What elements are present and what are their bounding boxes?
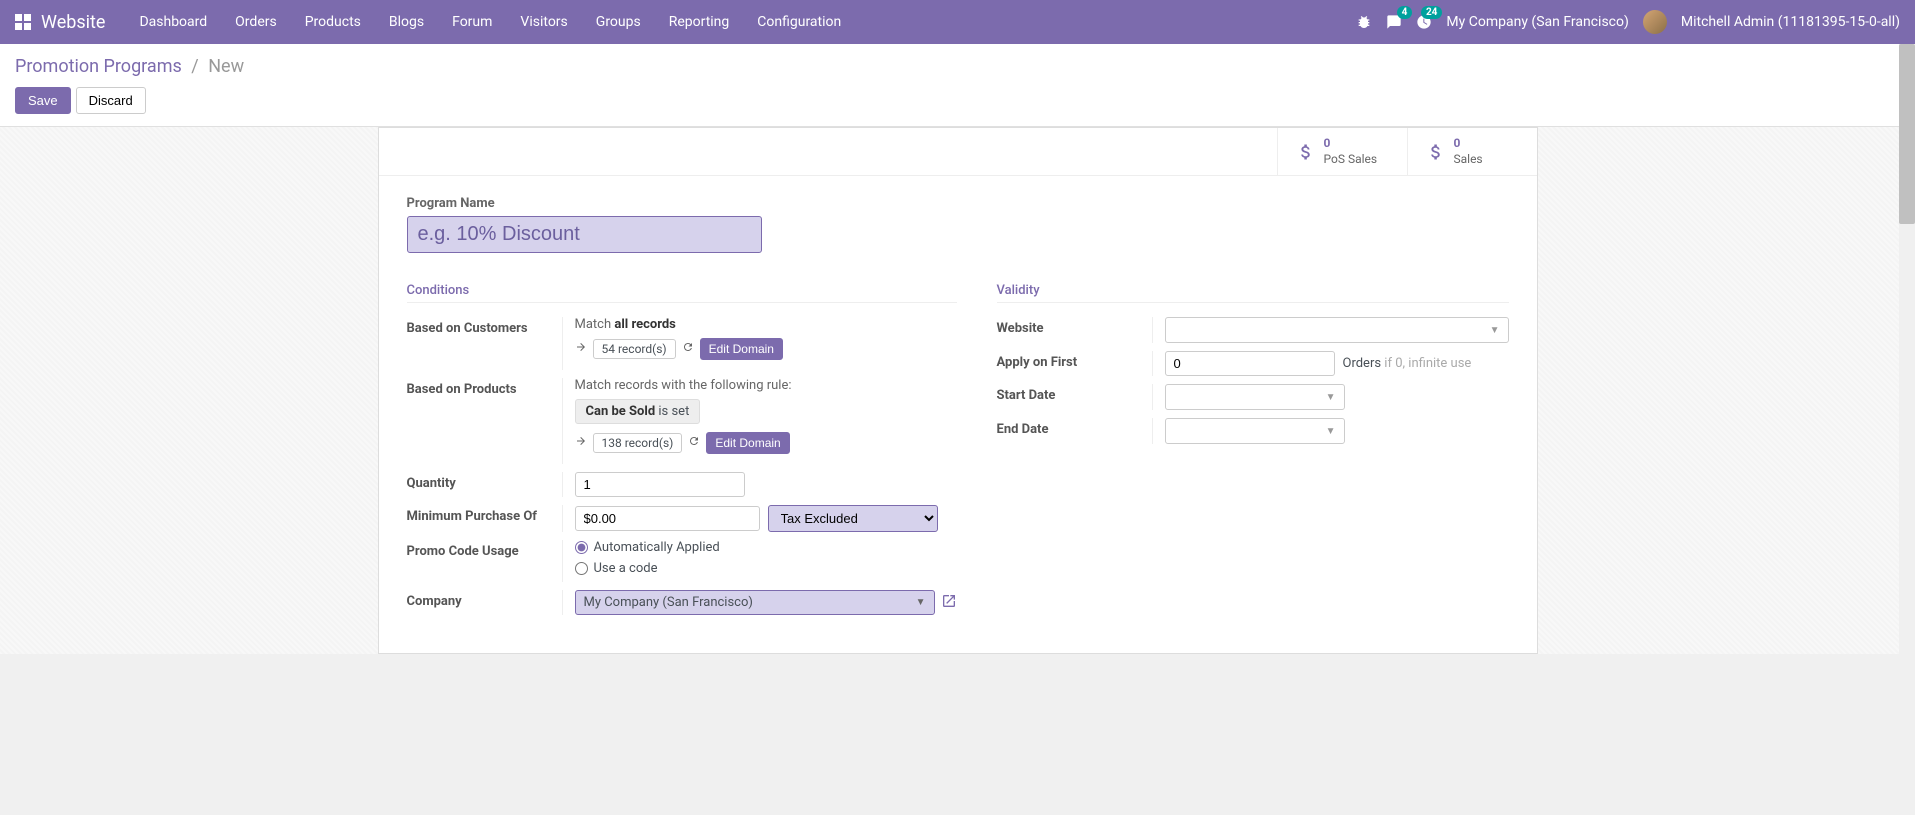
refresh-icon[interactable] (688, 435, 700, 451)
apps-icon[interactable] (15, 14, 31, 30)
content-header: Promotion Programs / New Save Discard (0, 44, 1915, 127)
start-date-label: Start Date (997, 384, 1152, 410)
orders-text: Orders if 0, infinite use (1343, 356, 1472, 371)
scrollbar[interactable] (1899, 44, 1915, 815)
nav-dashboard[interactable]: Dashboard (125, 14, 221, 30)
activities-badge: 24 (1421, 6, 1442, 19)
customers-record-count[interactable]: 54 record(s) (593, 339, 676, 359)
end-date-input[interactable]: ▼ (1165, 418, 1345, 444)
match-all-text: Match all records (575, 317, 957, 332)
promo-code-label: Promo Code Usage (407, 540, 562, 582)
nav-groups[interactable]: Groups (582, 14, 655, 30)
match-rule-text: Match records with the following rule: (575, 378, 957, 393)
stat-pos-value: 0 (1324, 136, 1378, 152)
main-navbar: Website Dashboard Orders Products Blogs … (0, 0, 1915, 44)
apply-first-label: Apply on First (997, 351, 1152, 376)
nav-orders[interactable]: Orders (221, 14, 291, 30)
edit-domain-products[interactable]: Edit Domain (706, 432, 789, 454)
activities-icon[interactable]: 24 (1416, 14, 1432, 30)
stat-sales-value: 0 (1454, 136, 1483, 152)
bug-icon[interactable] (1356, 14, 1372, 30)
end-date-label: End Date (997, 418, 1152, 444)
nav-reporting[interactable]: Reporting (655, 14, 744, 30)
min-purchase-label: Minimum Purchase Of (407, 505, 562, 532)
breadcrumb-sep: / (191, 56, 198, 77)
based-customers-label: Based on Customers (407, 317, 562, 370)
caret-down-icon: ▼ (1326, 392, 1336, 403)
products-record-count[interactable]: 138 record(s) (593, 433, 683, 453)
scrollbar-thumb[interactable] (1899, 44, 1915, 224)
nav-products[interactable]: Products (291, 14, 375, 30)
min-purchase-input[interactable] (575, 506, 760, 531)
dollar-icon (1296, 138, 1316, 166)
stat-pos-label: PoS Sales (1324, 152, 1378, 168)
apply-first-input[interactable] (1165, 351, 1335, 376)
user-name[interactable]: Mitchell Admin (11181395-15-0-all) (1681, 14, 1900, 30)
caret-down-icon: ▼ (1326, 426, 1336, 437)
stat-sales[interactable]: 0 Sales (1407, 128, 1537, 175)
breadcrumb-current: New (208, 56, 244, 77)
start-date-input[interactable]: ▼ (1165, 384, 1345, 410)
save-button[interactable]: Save (15, 87, 71, 114)
promo-auto-label: Automatically Applied (594, 540, 720, 555)
brand-title[interactable]: Website (41, 12, 105, 33)
promo-code-radio[interactable] (575, 562, 588, 575)
stat-sales-label: Sales (1454, 152, 1483, 168)
validity-title: Validity (997, 283, 1509, 303)
external-link-icon[interactable] (941, 593, 957, 613)
nav-configuration[interactable]: Configuration (743, 14, 855, 30)
tax-select[interactable]: Tax Excluded (768, 505, 938, 532)
nav-blogs[interactable]: Blogs (375, 14, 438, 30)
nav-visitors[interactable]: Visitors (506, 14, 581, 30)
based-products-label: Based on Products (407, 378, 562, 464)
program-name-input[interactable] (407, 216, 762, 253)
program-name-label: Program Name (407, 196, 1509, 211)
caret-down-icon: ▼ (916, 597, 926, 608)
discard-button[interactable]: Discard (76, 87, 146, 114)
website-select[interactable]: ▼ (1165, 317, 1509, 343)
nav-forum[interactable]: Forum (438, 14, 506, 30)
company-select[interactable]: My Company (San Francisco) ▼ (575, 590, 935, 615)
company-selector[interactable]: My Company (San Francisco) (1446, 14, 1628, 30)
promo-auto-radio[interactable] (575, 541, 588, 554)
breadcrumb: Promotion Programs / New (15, 56, 1900, 77)
arrow-right-icon (575, 435, 587, 451)
breadcrumb-parent[interactable]: Promotion Programs (15, 56, 182, 77)
arrow-right-icon (575, 341, 587, 357)
refresh-icon[interactable] (682, 341, 694, 357)
quantity-input[interactable] (575, 472, 745, 497)
form-sheet: 0 PoS Sales 0 Sales Program Name Conditi… (378, 127, 1538, 654)
website-label: Website (997, 317, 1152, 343)
promo-code-label-text: Use a code (594, 561, 658, 576)
messages-icon[interactable]: 4 (1386, 14, 1402, 30)
quantity-label: Quantity (407, 472, 562, 497)
messages-badge: 4 (1397, 6, 1413, 19)
rule-tag: Can be Sold is set (575, 399, 701, 424)
company-label: Company (407, 590, 562, 615)
caret-down-icon: ▼ (1490, 325, 1500, 336)
nav-menu: Dashboard Orders Products Blogs Forum Vi… (125, 14, 855, 30)
conditions-title: Conditions (407, 283, 957, 303)
edit-domain-customers[interactable]: Edit Domain (700, 338, 783, 360)
stat-pos-sales[interactable]: 0 PoS Sales (1277, 128, 1407, 175)
dollar-icon (1426, 138, 1446, 166)
user-avatar[interactable] (1643, 10, 1667, 34)
